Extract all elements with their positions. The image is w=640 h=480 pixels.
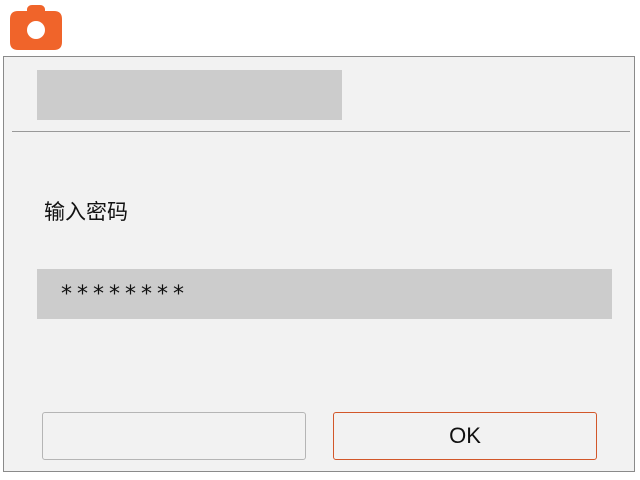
title-divider	[12, 131, 630, 132]
password-input[interactable]: ********	[37, 269, 612, 319]
camera-icon	[9, 4, 63, 50]
password-prompt-label: 输入密码	[44, 200, 128, 224]
password-mask: ********	[61, 281, 189, 307]
password-dialog: 输入密码 ******** OK	[3, 56, 635, 472]
ok-button[interactable]: OK	[333, 412, 597, 460]
ok-button-label: OK	[449, 423, 481, 448]
dialog-title-bar	[37, 70, 342, 120]
cancel-button[interactable]	[42, 412, 306, 460]
